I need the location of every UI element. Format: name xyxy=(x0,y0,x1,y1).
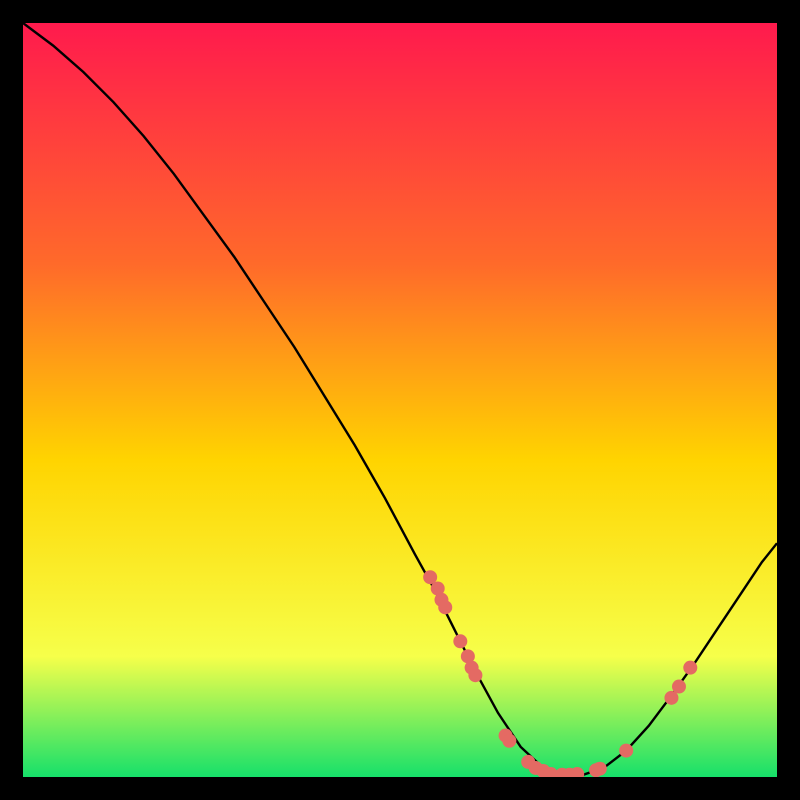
data-point xyxy=(672,680,686,694)
data-point xyxy=(502,734,516,748)
data-point xyxy=(453,634,467,648)
bottleneck-chart xyxy=(23,23,777,777)
data-point xyxy=(438,600,452,614)
data-point xyxy=(683,661,697,675)
chart-frame: TheBottleneck.com xyxy=(23,23,777,777)
data-point xyxy=(619,744,633,758)
gradient-background xyxy=(23,23,777,777)
data-point xyxy=(593,762,607,776)
data-point xyxy=(468,668,482,682)
